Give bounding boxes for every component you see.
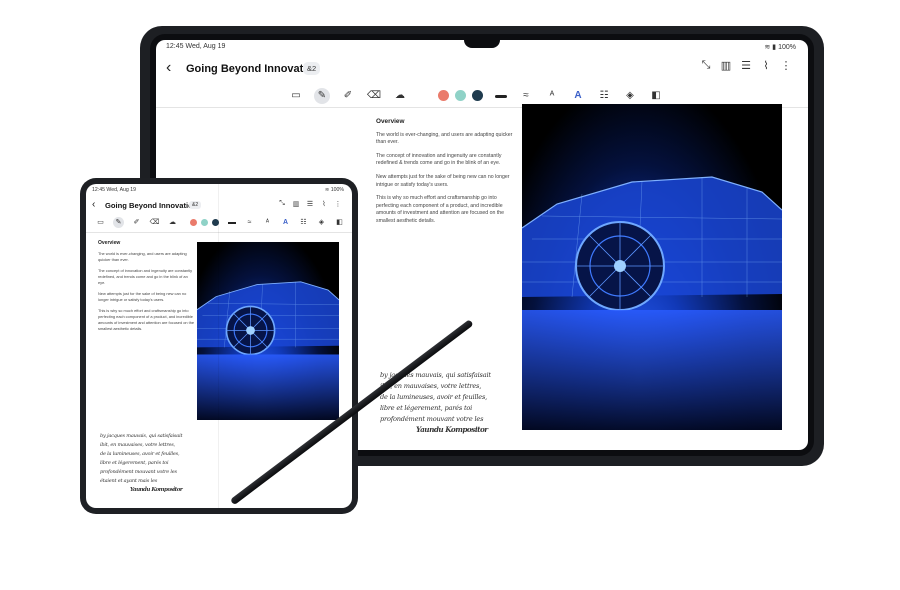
more-options-icon[interactable]: ⋮	[333, 200, 343, 208]
wifi-icon: ≋	[324, 187, 330, 193]
stroke-width-indicator[interactable]	[495, 95, 507, 98]
page-layout-icon[interactable]: ☰	[738, 59, 754, 72]
note-heading: Overview	[376, 118, 405, 125]
eraser-icon[interactable]: ⌫	[366, 88, 382, 104]
phone-status-bar: 12:45 Wed, Aug 19 ≋ 100%	[86, 184, 352, 196]
wifi-icon: ≋	[764, 44, 771, 51]
eraser-icon[interactable]: ⌫	[149, 217, 160, 228]
note-paragraph: The world is ever-changing, and users ar…	[98, 251, 187, 262]
attach-icon[interactable]: ⌇	[319, 200, 329, 208]
status-time: 12:45 Wed, Aug 19	[92, 187, 137, 193]
signature: Yaundu Kompositor	[416, 425, 488, 434]
text-style-icon[interactable]: ≈	[244, 217, 255, 228]
lasso-icon[interactable]: ☁	[392, 88, 408, 104]
color-swatch-coral[interactable]	[190, 219, 197, 226]
color-swatch-coral[interactable]	[438, 90, 449, 101]
handwriting-to-text-icon[interactable]: ᴬ	[262, 217, 273, 228]
note-paragraph: The concept of innovation and ingenuity …	[98, 268, 193, 285]
note-title[interactable]: Going Beyond Innovation	[186, 63, 320, 75]
phone-fold-crease	[218, 184, 219, 508]
note-paragraph: This is why so much effort and craftsman…	[98, 308, 195, 331]
handwriting-to-text-icon[interactable]: ᴬ	[544, 88, 560, 104]
collaborators-badge[interactable]: &2	[189, 201, 202, 209]
phone-app-bar: ‹ Going Beyond Innovation &2 ⤡ ▥ ☰ ⌇ ⋮	[86, 196, 352, 216]
ocr-icon[interactable]: ☷	[298, 217, 309, 228]
color-swatch-mint[interactable]	[455, 90, 466, 101]
stroke-width-indicator[interactable]	[228, 222, 236, 224]
sticker-icon[interactable]: ◧	[648, 88, 664, 104]
car-wireframe-illustration	[522, 176, 782, 430]
page-layout-icon[interactable]: ☰	[305, 200, 315, 208]
collaborators-badge[interactable]: &2	[303, 62, 321, 75]
color-swatch-navy[interactable]	[472, 90, 483, 101]
keyboard-icon[interactable]: ▭	[95, 217, 106, 228]
attach-icon[interactable]: ⌇	[758, 59, 774, 72]
status-time: 12:45 Wed, Aug 19	[166, 43, 226, 50]
note-heading: Overview	[98, 240, 121, 246]
lasso-icon[interactable]: ☁	[167, 217, 178, 228]
text-format-icon[interactable]: A	[280, 217, 291, 228]
note-paragraph: The concept of innovation and ingenuity …	[376, 152, 502, 167]
note-title[interactable]: Going Beyond Innovation	[105, 201, 197, 210]
more-options-icon[interactable]: ⋮	[778, 59, 794, 72]
collapse-icon[interactable]: ⤡	[698, 59, 714, 72]
phone-drawing-toolbar: ▭ ✎ ✐ ⌫ ☁ ≈ ᴬ A ☷ ◈ ◧	[86, 216, 352, 230]
signature: Yaundu Kompositor	[130, 487, 183, 493]
handwritten-note[interactable]: by jacques mauvais, qui satisfaisait ibi…	[100, 432, 210, 494]
back-icon[interactable]: ‹	[92, 199, 95, 210]
shapes-icon[interactable]: ◈	[316, 217, 327, 228]
phone-note-body: Overview The world is ever-changing, and…	[98, 240, 196, 337]
status-battery: ≋ ▮ 100%	[764, 44, 796, 51]
shapes-icon[interactable]: ◈	[622, 88, 638, 104]
signal-icon: ▮	[772, 44, 777, 51]
ocr-icon[interactable]: ☷	[596, 88, 612, 104]
highlighter-icon[interactable]: ✐	[340, 88, 356, 104]
toolbar-divider	[86, 232, 352, 233]
car-wireframe-image[interactable]	[522, 104, 782, 430]
book-view-icon[interactable]: ▥	[718, 59, 734, 72]
pen-tool-icon[interactable]: ✎	[113, 217, 124, 228]
pen-tool-icon[interactable]: ✎	[314, 88, 330, 104]
book-view-icon[interactable]: ▥	[291, 200, 301, 208]
note-paragraph: This is why so much effort and craftsman…	[376, 195, 505, 224]
back-icon[interactable]: ‹	[166, 59, 171, 77]
highlighter-icon[interactable]: ✐	[131, 217, 142, 228]
text-format-icon[interactable]: A	[570, 88, 586, 104]
note-paragraph: New attempts just for the sake of being …	[98, 291, 187, 302]
keyboard-icon[interactable]: ▭	[288, 88, 304, 104]
note-paragraph: The world is ever-changing, and users ar…	[376, 131, 513, 146]
tablet-note-body: Overview The world is ever-changing, and…	[376, 118, 516, 232]
tablet-drawing-toolbar: ▭ ✎ ✐ ⌫ ☁ ≈ ᴬ A ☷ ◈ ◧	[156, 86, 808, 106]
handwritten-note[interactable]: by jacques mauvais, qui satisfaisait ibi…	[380, 370, 520, 435]
tablet-app-bar: ‹ Going Beyond Innovation &2 ⤡ ▥ ☰ ⌇ ⋮	[156, 54, 808, 86]
collapse-icon[interactable]: ⤡	[277, 200, 287, 208]
sticker-icon[interactable]: ◧	[334, 217, 345, 228]
status-battery: ≋ 100%	[324, 187, 344, 193]
phone-screen: 12:45 Wed, Aug 19 ≋ 100% ‹ Going Beyond …	[86, 184, 352, 508]
note-paragraph: New attempts just for the sake of being …	[376, 173, 510, 188]
color-swatch-mint[interactable]	[201, 219, 208, 226]
text-style-icon[interactable]: ≈	[518, 88, 534, 104]
tablet-status-bar: 12:45 Wed, Aug 19 ≋ ▮ 100%	[156, 40, 808, 54]
